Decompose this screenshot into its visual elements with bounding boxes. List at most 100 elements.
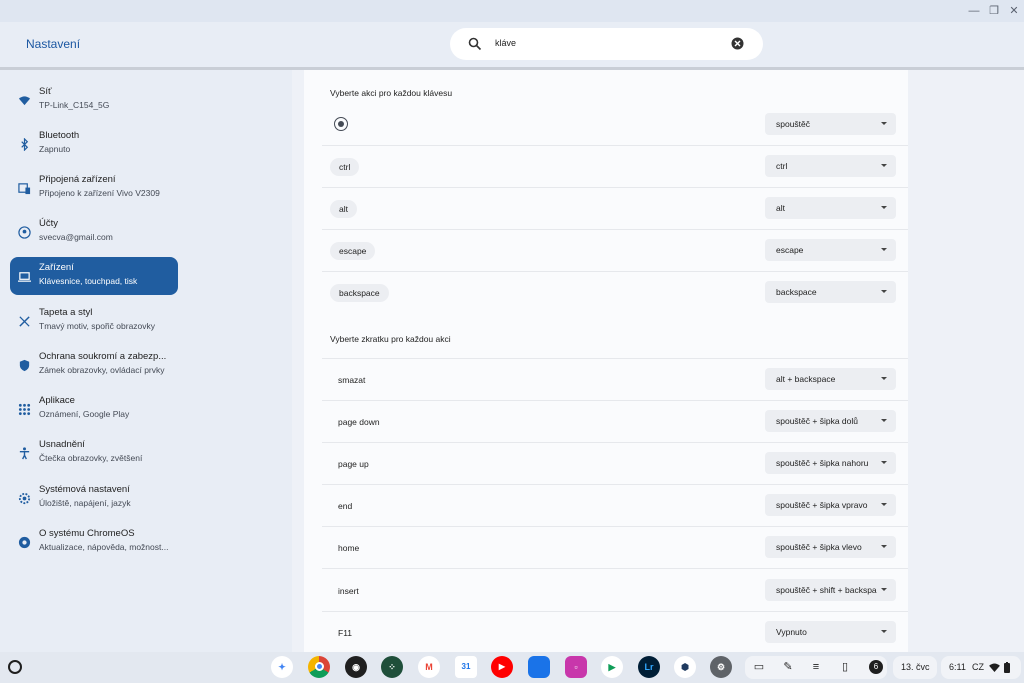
sidebar-item-title: Síť bbox=[39, 86, 52, 97]
key-chip: ctrl bbox=[330, 158, 360, 176]
dropdown-caret-icon bbox=[881, 419, 887, 422]
minimize-icon[interactable]: — bbox=[966, 3, 982, 19]
shortcut-select[interactable]: spouštěč + šipka dolů bbox=[765, 410, 896, 432]
dots-app-icon[interactable]: ⁘ bbox=[381, 656, 403, 678]
select-value: spouštěč + šipka vlevo bbox=[776, 542, 862, 552]
notification-count[interactable]: 6 bbox=[869, 660, 883, 674]
key-action-select[interactable]: escape bbox=[765, 239, 896, 261]
dropdown-caret-icon bbox=[881, 206, 887, 209]
sidebar-item-subtitle: Připojeno k zařízení Vivo V2309 bbox=[39, 188, 160, 198]
key-action-select[interactable]: backspace bbox=[765, 281, 896, 303]
shortcut-select[interactable]: Vypnuto bbox=[765, 621, 896, 643]
launcher-key-icon bbox=[334, 117, 348, 131]
settings-app-icon[interactable]: ⚙ bbox=[710, 656, 732, 678]
title-bar: — ❐ ✕ bbox=[0, 0, 1024, 22]
shortcut-select[interactable]: alt + backspace bbox=[765, 368, 896, 390]
shortcut-row: page down spouštěč + šipka dolů bbox=[322, 401, 908, 443]
shortcut-section-title: Vyberte zkratku pro každou akci bbox=[330, 334, 451, 344]
sidebar-item-device[interactable]: Zařízení Klávesnice, touchpad, tisk bbox=[10, 257, 178, 295]
sidebar-item-apps[interactable]: Aplikace Oznámení, Google Play bbox=[10, 390, 178, 430]
connected-devices-icon bbox=[18, 183, 31, 195]
sidebar-item-subtitle: Zapnuto bbox=[39, 144, 71, 154]
dropdown-caret-icon bbox=[881, 630, 887, 633]
dropdown-caret-icon bbox=[881, 122, 887, 125]
search-input[interactable]: kláve bbox=[495, 38, 516, 48]
ime-label: CZ bbox=[972, 662, 984, 672]
shortcut-select[interactable]: spouštěč + šipka nahoru bbox=[765, 452, 896, 474]
key-chip: backspace bbox=[330, 284, 389, 302]
key-action-select[interactable]: ctrl bbox=[765, 155, 896, 177]
shortcut-action-label: page up bbox=[338, 459, 369, 469]
gemini-app-icon[interactable]: ✦ bbox=[271, 656, 293, 678]
sidebar-item-privacy[interactable]: Ochrana soukromí a zabezp... Zámek obraz… bbox=[10, 346, 178, 386]
key-row: alt alt bbox=[322, 188, 908, 230]
playlist-icon[interactable]: ≡ bbox=[809, 660, 823, 674]
sidebar-item-title: Připojená zařízení bbox=[39, 174, 116, 185]
clear-search-icon[interactable] bbox=[731, 37, 744, 50]
shortcut-select[interactable]: spouštěč + šipka vlevo bbox=[765, 536, 896, 558]
sidebar-item-connected-devices[interactable]: Připojená zařízení Připojeno k zařízení … bbox=[10, 169, 178, 209]
bluetooth-icon bbox=[21, 138, 29, 151]
shortcut-action-label: page down bbox=[338, 417, 380, 427]
keyboard-remap-panel: Vyberte akci pro každou klávesu spouštěč… bbox=[304, 70, 908, 652]
palette-icon bbox=[19, 316, 30, 327]
dropdown-caret-icon bbox=[881, 248, 887, 251]
select-value: spouštěč bbox=[776, 119, 811, 129]
sidebar-item-subtitle: TP-Link_C154_5G bbox=[39, 100, 110, 110]
dropdown-caret-icon bbox=[881, 461, 887, 464]
shortcut-row: smazat alt + backspace bbox=[322, 359, 908, 401]
podcast-app-icon[interactable]: ◉ bbox=[345, 656, 367, 678]
pen-icon[interactable]: ✎ bbox=[781, 660, 795, 674]
sidebar-item-network[interactable]: Síť TP-Link_C154_5G bbox=[10, 81, 178, 121]
shortcut-action-label: insert bbox=[338, 586, 359, 596]
dropdown-caret-icon bbox=[881, 377, 887, 380]
select-value: spouštěč + šipka vpravo bbox=[776, 500, 868, 510]
accessibility-icon bbox=[19, 447, 30, 460]
shortcut-select[interactable]: spouštěč + šipka vpravo bbox=[765, 494, 896, 516]
chrome-app-icon[interactable] bbox=[308, 656, 330, 678]
files-app-icon[interactable] bbox=[528, 656, 550, 678]
sidebar-item-wallpaper[interactable]: Tapeta a styl Tmavý motiv, spořič obrazo… bbox=[10, 302, 178, 342]
phone-icon[interactable]: ▯ bbox=[838, 660, 852, 674]
sidebar-item-about[interactable]: O systému ChromeOS Aktualizace, nápověda… bbox=[10, 523, 178, 563]
play-store-app-icon[interactable]: ▶ bbox=[601, 656, 623, 678]
hex-app-icon[interactable]: ⬢ bbox=[674, 656, 696, 678]
calendar-app-icon[interactable]: 31 bbox=[455, 656, 477, 678]
sidebar-item-title: Systémová nastavení bbox=[39, 484, 130, 495]
key-action-select[interactable]: alt bbox=[765, 197, 896, 219]
sidebar-item-accessibility[interactable]: Usnadnění Čtečka obrazovky, zvětšení bbox=[10, 434, 178, 474]
shortcut-action-label: home bbox=[338, 543, 360, 553]
app-header: Nastavení kláve bbox=[0, 22, 1024, 68]
key-action-select[interactable]: spouštěč bbox=[765, 113, 896, 135]
shortcut-select[interactable]: spouštěč + shift + backspa bbox=[765, 579, 896, 601]
search-box[interactable]: kláve bbox=[450, 28, 763, 60]
dropdown-caret-icon bbox=[881, 588, 887, 591]
youtube-app-icon[interactable]: ▶ bbox=[491, 656, 513, 678]
close-window-icon[interactable]: ✕ bbox=[1006, 3, 1022, 19]
select-value: spouštěč + šipka dolů bbox=[776, 416, 858, 426]
date-label: 13. čvc bbox=[901, 662, 930, 672]
sidebar-item-subtitle: Oznámení, Google Play bbox=[39, 409, 130, 419]
gmail-app-icon[interactable]: M bbox=[418, 656, 440, 678]
sidebar-item-accounts[interactable]: Účty svecva@gmail.com bbox=[10, 213, 178, 253]
dropdown-caret-icon bbox=[881, 503, 887, 506]
sidebar-item-bluetooth[interactable]: Bluetooth Zapnuto bbox=[10, 125, 178, 165]
sidebar-item-title: Zařízení bbox=[39, 262, 74, 273]
dropdown-caret-icon bbox=[881, 290, 887, 293]
key-row: ctrl ctrl bbox=[322, 146, 908, 188]
sidebar-item-title: Bluetooth bbox=[39, 130, 80, 141]
lightroom-app-icon[interactable]: Lr bbox=[638, 656, 660, 678]
apps-grid-icon bbox=[18, 403, 31, 416]
gear-icon bbox=[18, 492, 31, 505]
launcher-button[interactable] bbox=[8, 660, 22, 674]
photo-app-icon[interactable]: ▫ bbox=[565, 656, 587, 678]
sidebar-item-system[interactable]: Systémová nastavení Úložiště, napájení, … bbox=[10, 479, 178, 519]
sidebar-item-title: Účty bbox=[39, 218, 58, 229]
sidebar-item-subtitle: Úložiště, napájení, jazyk bbox=[39, 498, 131, 508]
sidebar-item-subtitle: Klávesnice, touchpad, tisk bbox=[39, 276, 138, 286]
folder-icon[interactable]: ▭ bbox=[752, 660, 766, 674]
restore-icon[interactable]: ❐ bbox=[986, 3, 1002, 19]
shelf: ✦ ◉ ⁘ M 31 ▶ ▫ ▶ Lr ⬢ ⚙ ▭ ✎ ≡ ▯ 6 13. čv… bbox=[0, 652, 1024, 683]
search-icon bbox=[468, 37, 482, 51]
select-value: alt bbox=[776, 203, 785, 213]
